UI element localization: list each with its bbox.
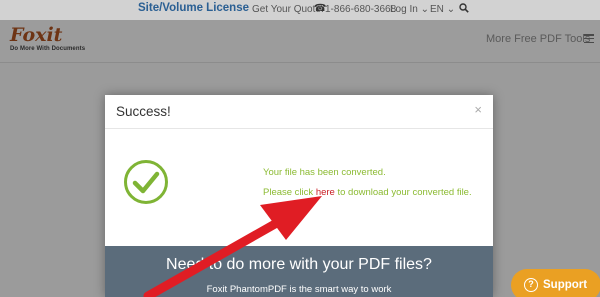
language-label: EN bbox=[430, 4, 444, 15]
download-message-after: to download your converted file. bbox=[334, 187, 472, 198]
download-here-link[interactable]: here bbox=[316, 187, 335, 198]
phone-number-link[interactable]: 1-866-680-3668 bbox=[325, 4, 396, 15]
more-tools-link[interactable]: More Free PDF Tools bbox=[486, 33, 590, 45]
login-dropdown[interactable]: Log In ⌄ bbox=[390, 4, 429, 15]
modal-title: Success! bbox=[116, 104, 171, 119]
support-label: Support bbox=[543, 279, 588, 291]
modal-divider bbox=[105, 128, 493, 129]
download-message: Please click here to download your conve… bbox=[263, 187, 472, 198]
support-button[interactable]: ? Support bbox=[511, 269, 600, 297]
language-dropdown[interactable]: EN ⌄ bbox=[430, 4, 455, 15]
menu-icon[interactable] bbox=[584, 34, 594, 44]
logo-tagline: Do More With Documents bbox=[10, 46, 86, 52]
search-icon[interactable] bbox=[459, 3, 469, 13]
header-divider bbox=[0, 62, 600, 63]
site-license-link[interactable]: Site/Volume License bbox=[138, 2, 249, 14]
success-modal: Success! × Your file has been converted.… bbox=[105, 95, 493, 297]
top-bar: Site/Volume License Get Your Quote: ☎ 1-… bbox=[0, 0, 600, 20]
promo-subheading: Foxit PhantomPDF is the smart way to wor… bbox=[206, 284, 392, 295]
quote-label: Get Your Quote: bbox=[252, 4, 324, 15]
close-icon[interactable]: × bbox=[474, 102, 482, 117]
foxit-logo[interactable]: Foxit Do More With Documents bbox=[10, 26, 90, 58]
download-message-before: Please click bbox=[263, 187, 316, 198]
site-header: Foxit Do More With Documents More Free P… bbox=[0, 20, 600, 62]
chevron-down-icon: ⌄ bbox=[446, 4, 456, 15]
promo-banner: Need to do more with your PDF files? Fox… bbox=[105, 246, 493, 297]
converted-message: Your file has been converted. bbox=[263, 167, 386, 178]
chevron-down-icon: ⌄ bbox=[420, 4, 429, 15]
help-icon: ? bbox=[524, 278, 538, 292]
logo-mark: Foxit bbox=[10, 24, 63, 46]
login-label: Log In bbox=[390, 4, 418, 15]
check-circle-icon bbox=[124, 160, 168, 204]
promo-heading: Need to do more with your PDF files? bbox=[166, 256, 432, 273]
